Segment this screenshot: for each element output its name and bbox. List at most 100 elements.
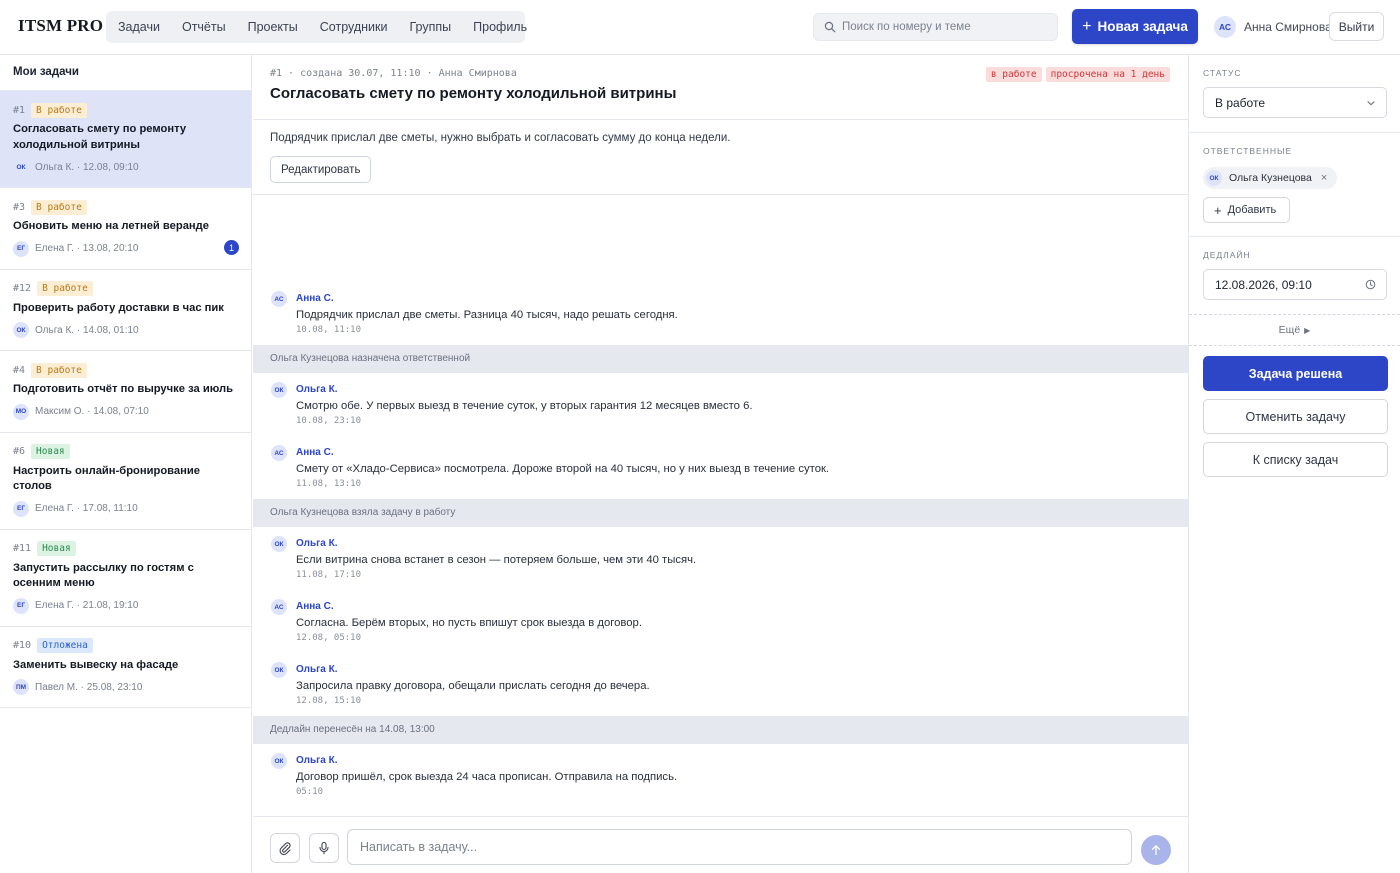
task-card-12[interactable]: #12 В работе Проверить работу доставки в … (0, 270, 251, 351)
task-properties-panel: СТАТУС В работе ОТВЕТСТВЕННЫЕ ОК Ольга К… (1188, 55, 1400, 873)
comment-text: Договор пришёл, срок выезда 24 часа проп… (296, 771, 678, 783)
nav-item-projects[interactable]: Проекты (240, 11, 306, 43)
comment-author[interactable]: Анна С. (296, 436, 1188, 458)
task-description: Подрядчик прислал две сметы, нужно выбра… (253, 120, 1188, 195)
description-text: Подрядчик прислал две сметы, нужно выбра… (270, 132, 731, 144)
plus-icon: + (1214, 202, 1222, 218)
comment: ОК Ольга К. Запросила правку договора, о… (253, 653, 1188, 716)
avatar: МО (13, 403, 29, 420)
task-date: 14.08, 01:10 (82, 324, 139, 336)
new-task-button[interactable]: + Новая задача (1072, 9, 1198, 44)
avatar: АС (271, 599, 287, 615)
new-task-label: Новая задача (1097, 19, 1188, 34)
status-select[interactable]: В работе (1203, 87, 1387, 118)
avatar: АС (271, 445, 287, 461)
unread-count-badge: 1 (224, 240, 239, 255)
status-label: СТАТУС (1203, 68, 1242, 78)
comment-text: Согласна. Берём вторых, но пусть впишут … (296, 617, 642, 629)
search-input[interactable] (842, 21, 1052, 33)
avatar: ОК (271, 382, 287, 398)
nav-item-groups[interactable]: Группы (401, 11, 459, 43)
app-logo[interactable]: ITSM PRO (18, 16, 103, 36)
attach-button[interactable] (270, 833, 300, 863)
task-number: #11 (13, 543, 32, 554)
voice-button[interactable] (309, 833, 339, 863)
comment-text: Смету от «Хладо-Сервиса» посмотрела. Дор… (296, 463, 830, 475)
task-date: 13.08, 20:10 (82, 243, 139, 254)
comment-time: 05:10 (296, 787, 324, 797)
microphone-icon (319, 841, 329, 855)
comment-author[interactable]: Ольга К. (296, 744, 1188, 766)
arrow-up-icon (1151, 845, 1161, 856)
resolve-task-button[interactable]: Задача решена (1203, 356, 1388, 391)
user-avatar[interactable]: АС (1214, 16, 1236, 38)
task-card-4[interactable]: #4 В работе Подготовить отчёт по выручке … (0, 351, 251, 433)
comment-author[interactable]: Ольга К. (296, 527, 1188, 549)
avatar: ОК (1206, 170, 1222, 186)
comment-text: Подрядчик прислал две сметы. Разница 40 … (296, 309, 678, 321)
comment-time: 12.08, 05:10 (296, 633, 362, 643)
avatar: АС (271, 291, 287, 307)
plus-icon: + (1082, 17, 1092, 35)
edit-button[interactable]: Редактировать (270, 156, 372, 183)
system-event: Ольга Кузнецова назначена ответственной (253, 345, 1188, 373)
user-name[interactable]: Анна Смирнова (1244, 20, 1332, 34)
avatar: ОК (271, 662, 287, 678)
add-assignee-button[interactable]: + Добавить (1203, 197, 1290, 223)
task-card-11[interactable]: #11 Новая Запустить рассылку по гостям с … (0, 530, 251, 627)
comment-text: Смотрю обе. У первых выезд в течение сут… (296, 400, 753, 412)
task-card-10[interactable]: #10 Отложена Заменить вывеску на фасаде П… (0, 627, 251, 708)
task-card-1[interactable]: #1 В работе Согласовать смету по ремонту … (0, 91, 251, 188)
more-toggle[interactable]: Ещё ▶ (1189, 314, 1400, 346)
task-title: Подготовить отчёт по выручке за июль (13, 383, 233, 395)
send-button[interactable] (1141, 835, 1171, 865)
comment-author[interactable]: Ольга К. (296, 653, 1188, 675)
comment-author[interactable]: Анна С. (296, 282, 1188, 304)
assignees-label: ОТВЕТСТВЕННЫЕ (1203, 146, 1293, 156)
task-date: 25.08, 23:10 (86, 681, 143, 693)
assignees-section: ОТВЕТСТВЕННЫЕ ОК Ольга Кузнецова × + Доб… (1189, 133, 1400, 237)
page-title: Согласовать смету по ремонту холодильной… (270, 85, 677, 102)
cancel-task-button[interactable]: Отменить задачу (1203, 399, 1388, 434)
task-assignee: Елена Г. (35, 600, 74, 611)
status-badge: В работе (37, 281, 93, 296)
deadline-section: ДЕДЛАЙН 12.08.2026, 09:10 (1189, 237, 1400, 300)
task-number: #12 (13, 283, 32, 294)
chevron-down-icon (1367, 100, 1375, 105)
task-date: 14.08, 07:10 (93, 406, 149, 417)
comment-time: 10.08, 23:10 (296, 416, 362, 426)
nav-item-reports[interactable]: Отчёты (174, 11, 234, 43)
avatar: ПМ (13, 679, 29, 695)
nav-item-profile[interactable]: Профиль (465, 11, 535, 43)
assignee-chip: ОК Ольга Кузнецова × (1203, 167, 1338, 189)
avatar: ОК (271, 753, 287, 769)
task-date: 17.08, 11:10 (82, 503, 138, 514)
task-card-3[interactable]: #3 В работе Обновить меню на летней веран… (0, 188, 251, 270)
status-value: В работе (1215, 95, 1266, 110)
logout-button[interactable]: Выйти (1329, 12, 1384, 41)
task-number: #6 (13, 446, 26, 457)
task-title: Настроить онлайн-бронирование столов (13, 464, 200, 493)
comment-text: Запросила правку договора, обещали присл… (296, 680, 650, 692)
task-title: Обновить меню на летней веранде (13, 220, 209, 232)
task-date: 21.08, 19:10 (82, 600, 139, 611)
message-input[interactable] (347, 829, 1132, 865)
close-icon[interactable]: × (1321, 172, 1327, 184)
status-badge: Отложена (37, 638, 93, 653)
avatar: ЕГ (13, 597, 29, 614)
avatar: ЕГ (13, 240, 29, 257)
status-section: СТАТУС В работе (1189, 55, 1400, 133)
comment-author[interactable]: Ольга К. (296, 373, 1188, 395)
more-label: Ещё (1278, 324, 1301, 336)
back-to-list-button[interactable]: К списку задач (1203, 442, 1388, 477)
task-card-6[interactable]: #6 Новая Настроить онлайн-бронирование ст… (0, 433, 251, 530)
comment: ОК Ольга К. Договор пришёл, срок выезда … (253, 744, 1188, 807)
deadline-field[interactable]: 12.08.2026, 09:10 (1203, 269, 1387, 300)
status-badge: В работе (31, 102, 87, 118)
nav-item-employees[interactable]: Сотрудники (312, 11, 396, 43)
comment-author[interactable]: Анна С. (296, 590, 1188, 612)
task-number: #4 (13, 364, 26, 376)
nav-item-tasks[interactable]: Задачи (110, 11, 168, 43)
status-badge: В работе (31, 362, 87, 378)
comment-time: 11.08, 17:10 (296, 570, 362, 580)
